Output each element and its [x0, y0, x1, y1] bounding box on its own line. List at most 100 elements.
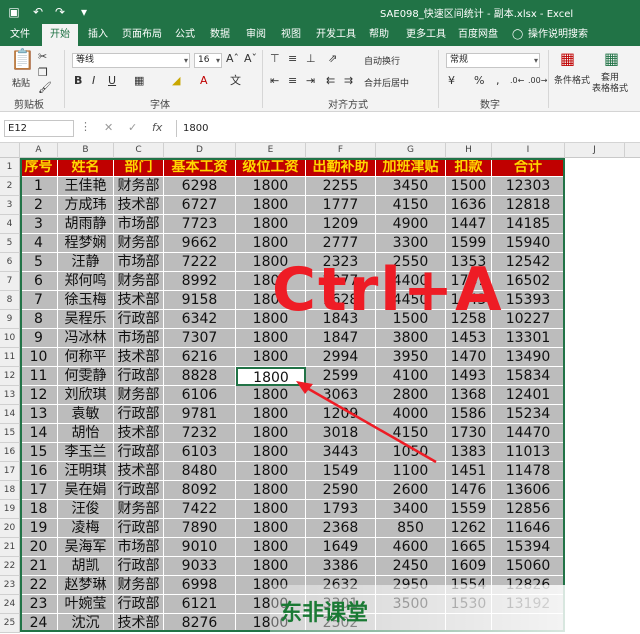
table-cell[interactable]: 2800: [376, 386, 446, 405]
table-cell[interactable]: 8092: [164, 481, 236, 500]
table-cell[interactable]: 11646: [492, 519, 565, 538]
table-cell[interactable]: 1800: [236, 538, 306, 557]
table-cell[interactable]: 1100: [376, 462, 446, 481]
table-cell[interactable]: 1800: [236, 177, 306, 196]
table-cell[interactable]: 2: [20, 196, 58, 215]
align-top-icon[interactable]: ⊤: [270, 52, 280, 66]
table-cell[interactable]: 行政部: [114, 557, 164, 576]
column-header-h[interactable]: H: [446, 143, 492, 158]
table-cell[interactable]: 行政部: [114, 443, 164, 462]
table-cell[interactable]: 2368: [306, 519, 376, 538]
column-header-a[interactable]: A: [20, 143, 58, 158]
row-header[interactable]: 18: [0, 481, 20, 500]
table-cell[interactable]: 12401: [492, 386, 565, 405]
row-header[interactable]: 22: [0, 557, 20, 576]
table-cell[interactable]: 11478: [492, 462, 565, 481]
table-cell[interactable]: 11013: [492, 443, 565, 462]
table-cell[interactable]: 23: [20, 595, 58, 614]
table-cell[interactable]: 凌梅: [58, 519, 114, 538]
table-cell[interactable]: 8480: [164, 462, 236, 481]
table-cell[interactable]: 袁敏: [58, 405, 114, 424]
header-cell[interactable]: 出勤补助: [306, 158, 376, 177]
decrease-font-icon[interactable]: Aˇ: [244, 52, 257, 66]
table-cell[interactable]: 行政部: [114, 310, 164, 329]
table-cell[interactable]: 刘欣琪: [58, 386, 114, 405]
table-cell[interactable]: 王佳艳: [58, 177, 114, 196]
table-cell[interactable]: 14185: [492, 215, 565, 234]
table-cell[interactable]: 9033: [164, 557, 236, 576]
row-header[interactable]: 3: [0, 196, 20, 215]
table-cell[interactable]: 胡怡: [58, 424, 114, 443]
table-cell[interactable]: 1730: [446, 424, 492, 443]
tab-insert[interactable]: 插入: [88, 24, 108, 46]
table-cell[interactable]: 2599: [306, 367, 376, 386]
column-header-c[interactable]: C: [114, 143, 164, 158]
row-header[interactable]: 8: [0, 291, 20, 310]
tab-file[interactable]: 文件: [10, 24, 30, 46]
table-cell[interactable]: 1599: [446, 234, 492, 253]
table-cell[interactable]: 8992: [164, 272, 236, 291]
table-cell[interactable]: 行政部: [114, 405, 164, 424]
table-cell[interactable]: 汪明琪: [58, 462, 114, 481]
align-center-icon[interactable]: ≡: [288, 74, 297, 88]
table-cell[interactable]: 1800: [236, 386, 306, 405]
table-cell[interactable]: 2777: [306, 234, 376, 253]
name-box[interactable]: E12: [4, 120, 74, 137]
row-header[interactable]: 2: [0, 177, 20, 196]
table-cell[interactable]: 程梦娴: [58, 234, 114, 253]
table-cell[interactable]: 15394: [492, 538, 565, 557]
table-cell[interactable]: 15834: [492, 367, 565, 386]
table-cell[interactable]: 何雯静: [58, 367, 114, 386]
table-cell[interactable]: 财务部: [114, 500, 164, 519]
redo-icon[interactable]: ↷: [52, 4, 68, 20]
conditional-format-icon[interactable]: ▦: [560, 51, 575, 67]
row-header[interactable]: 5: [0, 234, 20, 253]
align-bottom-icon[interactable]: ⊥: [306, 52, 316, 66]
align-middle-icon[interactable]: ≡: [288, 52, 297, 66]
increase-font-icon[interactable]: Aˆ: [226, 52, 239, 66]
table-cell[interactable]: 1800: [236, 234, 306, 253]
table-cell[interactable]: 汪俊: [58, 500, 114, 519]
table-cell[interactable]: 9662: [164, 234, 236, 253]
table-cell[interactable]: 技术部: [114, 196, 164, 215]
header-cell[interactable]: 加班津贴: [376, 158, 446, 177]
italic-icon[interactable]: I: [92, 74, 95, 88]
table-cell[interactable]: 1800: [236, 367, 306, 386]
header-cell[interactable]: 基本工资: [164, 158, 236, 177]
table-cell[interactable]: 1800: [236, 519, 306, 538]
customize-toolbar-icon[interactable]: ▾: [76, 4, 92, 20]
table-cell[interactable]: 胡凯: [58, 557, 114, 576]
table-cell[interactable]: 7: [20, 291, 58, 310]
table-cell[interactable]: 7723: [164, 215, 236, 234]
table-cell[interactable]: 3386: [306, 557, 376, 576]
table-cell[interactable]: 技术部: [114, 348, 164, 367]
conditional-format-button[interactable]: 条件格式: [554, 73, 590, 86]
formula-input[interactable]: 1800: [176, 120, 638, 137]
table-cell[interactable]: 8828: [164, 367, 236, 386]
table-cell[interactable]: 19: [20, 519, 58, 538]
table-cell[interactable]: 4900: [376, 215, 446, 234]
column-header-i[interactable]: I: [492, 143, 565, 158]
table-cell[interactable]: 12303: [492, 177, 565, 196]
table-cell[interactable]: 13606: [492, 481, 565, 500]
table-cell[interactable]: 1500: [446, 177, 492, 196]
table-cell[interactable]: 3: [20, 215, 58, 234]
row-header[interactable]: 20: [0, 519, 20, 538]
font-color-icon[interactable]: A: [200, 74, 208, 88]
row-header[interactable]: 19: [0, 500, 20, 519]
tab-tell-me[interactable]: 操作说明搜索: [528, 24, 588, 46]
table-cell[interactable]: 21: [20, 557, 58, 576]
table-cell[interactable]: 1209: [306, 405, 376, 424]
header-cell[interactable]: 姓名: [58, 158, 114, 177]
merge-center-button[interactable]: 合并后居中: [364, 76, 409, 89]
table-cell[interactable]: 2450: [376, 557, 446, 576]
tab-formulas[interactable]: 公式: [175, 24, 195, 46]
table-cell[interactable]: 3450: [376, 177, 446, 196]
table-cell[interactable]: 郑何鸣: [58, 272, 114, 291]
table-cell[interactable]: 技术部: [114, 424, 164, 443]
table-cell[interactable]: 1665: [446, 538, 492, 557]
table-cell[interactable]: 1447: [446, 215, 492, 234]
tab-view[interactable]: 视图: [281, 24, 301, 46]
table-cell[interactable]: 徐玉梅: [58, 291, 114, 310]
table-cell[interactable]: 3018: [306, 424, 376, 443]
